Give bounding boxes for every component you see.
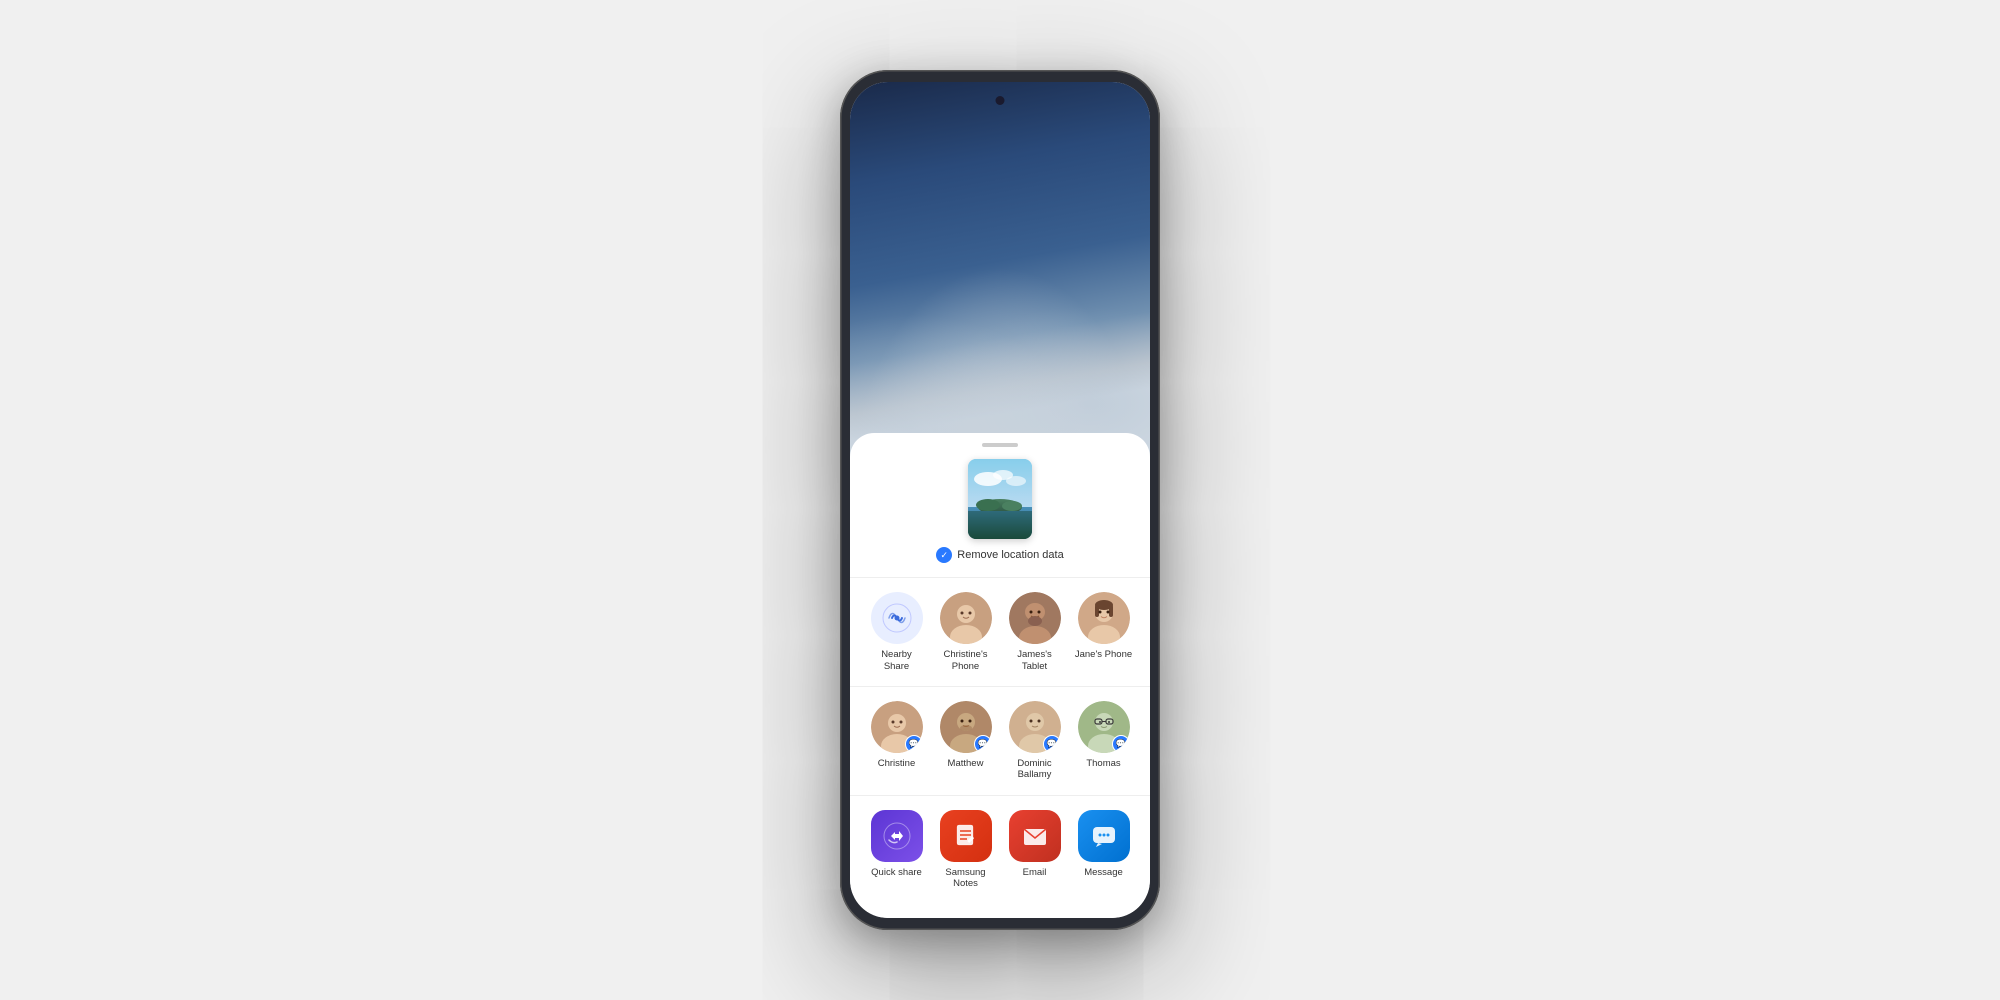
quick-share-row: Nearby Share [850,584,1150,680]
matthew-contact-item[interactable]: 💬 Matthew [937,701,995,781]
dominic-contact-item[interactable]: 💬 DominicBallamy [1006,701,1064,781]
message-icon [1078,810,1130,862]
message-badge: 💬 [905,735,923,753]
remove-location-label: Remove location data [957,549,1063,561]
christines-phone-label: Christine'sPhone [943,649,987,672]
message-badge: 💬 [1043,735,1061,753]
message-label: Message [1084,867,1123,878]
thomas-contact-item[interactable]: 💬 Thomas [1075,701,1133,781]
quick-share-item[interactable]: Quick share [868,810,926,890]
janes-phone-label: Jane's Phone [1075,649,1132,660]
janes-phone-avatar [1078,592,1130,644]
message-contacts-row: 💬 Christine [850,693,1150,789]
divider-2 [850,686,1150,687]
james-tablet-item[interactable]: James'sTablet [1006,592,1064,672]
james-tablet-label: James'sTablet [1017,649,1052,672]
christine-contact-item[interactable]: 💬 Christine [868,701,926,781]
nearby-share-label: Nearby Share [868,649,926,672]
christine-avatar: 💬 [871,701,923,753]
janes-phone-item[interactable]: Jane's Phone [1075,592,1133,672]
samsung-notes-item[interactable]: SamsungNotes [937,810,995,890]
email-label: Email [1023,867,1047,878]
thomas-label: Thomas [1086,758,1120,769]
quick-share-label: Quick share [871,867,922,878]
quick-share-icon [871,810,923,862]
email-item[interactable]: Email [1006,810,1064,890]
message-badge: 💬 [974,735,992,753]
phone-frame: ✓ Remove location data [840,70,1160,930]
preview-container: ✓ Remove location data [850,447,1150,571]
nearby-share-icon [871,592,923,644]
matthew-label: Matthew [948,758,984,769]
divider-3 [850,795,1150,796]
samsung-notes-label: SamsungNotes [945,867,985,890]
christines-phone-item[interactable]: Christine'sPhone [937,592,995,672]
remove-location-row[interactable]: ✓ Remove location data [936,547,1063,563]
samsung-notes-icon [940,810,992,862]
message-badge: 💬 [1112,735,1130,753]
email-icon [1009,810,1061,862]
dominic-avatar: 💬 [1009,701,1061,753]
christine-label: Christine [878,758,916,769]
check-icon: ✓ [936,547,952,563]
phone-device: ✓ Remove location data [840,70,1160,930]
dominic-label: DominicBallamy [1017,758,1051,781]
matthew-avatar: 💬 [940,701,992,753]
thomas-avatar: 💬 [1078,701,1130,753]
christines-phone-avatar [940,592,992,644]
message-item[interactable]: Message [1075,810,1133,890]
phone-screen: ✓ Remove location data [850,82,1150,918]
app-row: Quick share [850,802,1150,898]
preview-image [968,459,1032,539]
share-sheet: ✓ Remove location data [850,433,1150,918]
front-camera [996,96,1005,105]
nearby-share-item[interactable]: Nearby Share [868,592,926,672]
divider-1 [850,577,1150,578]
james-tablet-avatar [1009,592,1061,644]
